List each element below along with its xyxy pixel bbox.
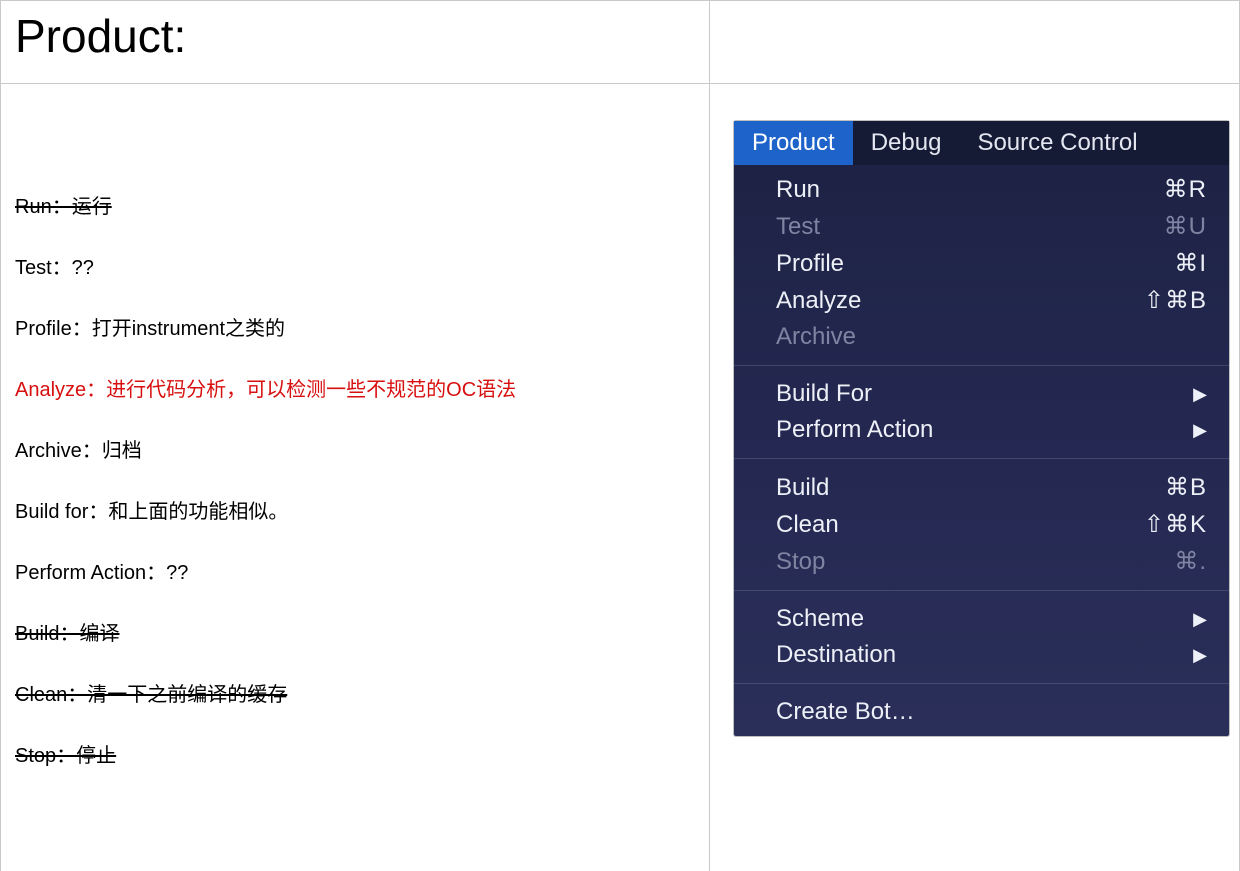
menu-group: Create Bot… xyxy=(734,688,1229,736)
page: Product: Run：运行 Test：?? Profile：打开instrume… xyxy=(0,0,1240,871)
menu-item-run[interactable]: Run⌘R xyxy=(734,171,1229,208)
menu-item-label: Build xyxy=(776,474,1127,502)
menu-item-build[interactable]: Build⌘B xyxy=(734,469,1229,506)
note-line: Analyze：进行代码分析，可以检测一些不规范的OC语法 xyxy=(15,377,695,404)
note-line: Run：运行 xyxy=(15,194,695,221)
menu-item-destination[interactable]: Destination ▶ xyxy=(734,637,1229,673)
menu-item-profile[interactable]: Profile⌘I xyxy=(734,245,1229,282)
menu-item-analyze[interactable]: Analyze⇧⌘B xyxy=(734,282,1229,319)
menu-item-label: Destination xyxy=(776,641,1185,669)
note-line: Perform Action：?? xyxy=(15,560,695,587)
menu-item-label: Stop xyxy=(776,548,1127,576)
header-right-cell xyxy=(710,0,1240,83)
menu-item-label: Profile xyxy=(776,250,1127,278)
menu-item-label: Build For xyxy=(776,380,1185,408)
menubar-item-source-control[interactable]: Source Control xyxy=(959,121,1155,165)
note-line: Build：编译 xyxy=(15,621,695,648)
menu-item-stop: Stop⌘. xyxy=(734,543,1229,580)
menu-item-label: Scheme xyxy=(776,605,1185,633)
xcode-menu-panel: ProductDebugSource Control Run⌘RTest⌘UPr… xyxy=(734,121,1229,736)
body-row: Run：运行 Test：?? Profile：打开instrument之类的 Anal… xyxy=(0,84,1240,871)
submenu-arrow-icon: ▶ xyxy=(1193,609,1207,630)
menu-item-clean[interactable]: Clean⇧⌘K xyxy=(734,506,1229,543)
header-left-cell: Product: xyxy=(0,0,710,83)
menu-item-shortcut: ⌘R xyxy=(1127,175,1207,204)
notes-column: Run：运行 Test：?? Profile：打开instrument之类的 Anal… xyxy=(0,84,710,871)
menu-item-shortcut: ⇧⌘K xyxy=(1127,510,1207,539)
menu-separator xyxy=(734,365,1229,366)
note-line: Clean：清一下之前编译的缓存 xyxy=(15,682,695,709)
menu-item-test: Test⌘U xyxy=(734,208,1229,245)
menu-group: Scheme ▶ Destination ▶ xyxy=(734,595,1229,679)
note-line: Build for：和上面的功能相似。 xyxy=(15,499,695,526)
menu-separator xyxy=(734,590,1229,591)
note-line: Test：?? xyxy=(15,255,695,282)
menubar-item-product[interactable]: Product xyxy=(734,121,853,165)
menu-item-create-bot[interactable]: Create Bot… xyxy=(734,694,1229,730)
menu-item-scheme[interactable]: Scheme ▶ xyxy=(734,601,1229,637)
menu-body: Run⌘RTest⌘UProfile⌘IAnalyze⇧⌘BArchiveBui… xyxy=(734,165,1229,736)
menubar: ProductDebugSource Control xyxy=(734,121,1229,165)
menu-item-label: Analyze xyxy=(776,287,1127,315)
submenu-arrow-icon: ▶ xyxy=(1193,384,1207,405)
menu-group: Run⌘RTest⌘UProfile⌘IAnalyze⇧⌘BArchive xyxy=(734,165,1229,361)
menu-item-label: Clean xyxy=(776,511,1127,539)
header-row: Product: xyxy=(0,0,1240,84)
menu-item-label: Test xyxy=(776,213,1127,241)
menu-group: Build For ▶ Perform Action ▶ xyxy=(734,370,1229,454)
menu-separator xyxy=(734,458,1229,459)
menu-item-label: Perform Action xyxy=(776,416,1185,444)
submenu-arrow-icon: ▶ xyxy=(1193,645,1207,666)
menu-item-archive: Archive xyxy=(734,319,1229,355)
menu-item-label: Run xyxy=(776,176,1127,204)
menubar-item-debug[interactable]: Debug xyxy=(853,121,960,165)
menu-item-label: Archive xyxy=(776,323,1207,351)
menu-item-shortcut: ⌘U xyxy=(1127,212,1207,241)
menu-item-build-for[interactable]: Build For ▶ xyxy=(734,376,1229,412)
screenshot-column: ProductDebugSource Control Run⌘RTest⌘UPr… xyxy=(710,84,1240,871)
note-line: Profile：打开instrument之类的 xyxy=(15,316,695,343)
menu-item-shortcut: ⇧⌘B xyxy=(1127,286,1207,315)
submenu-arrow-icon: ▶ xyxy=(1193,420,1207,441)
note-line: Archive：归档 xyxy=(15,438,695,465)
menu-item-label: Create Bot… xyxy=(776,698,1207,726)
menu-group: Build⌘BClean⇧⌘KStop⌘. xyxy=(734,463,1229,586)
menu-item-shortcut: ⌘. xyxy=(1127,547,1207,576)
menu-separator xyxy=(734,683,1229,684)
menu-item-shortcut: ⌘B xyxy=(1127,473,1207,502)
menu-item-perform-action[interactable]: Perform Action ▶ xyxy=(734,412,1229,448)
note-line: Stop：停止 xyxy=(15,743,695,770)
page-title: Product: xyxy=(15,9,695,63)
menu-item-shortcut: ⌘I xyxy=(1127,249,1207,278)
